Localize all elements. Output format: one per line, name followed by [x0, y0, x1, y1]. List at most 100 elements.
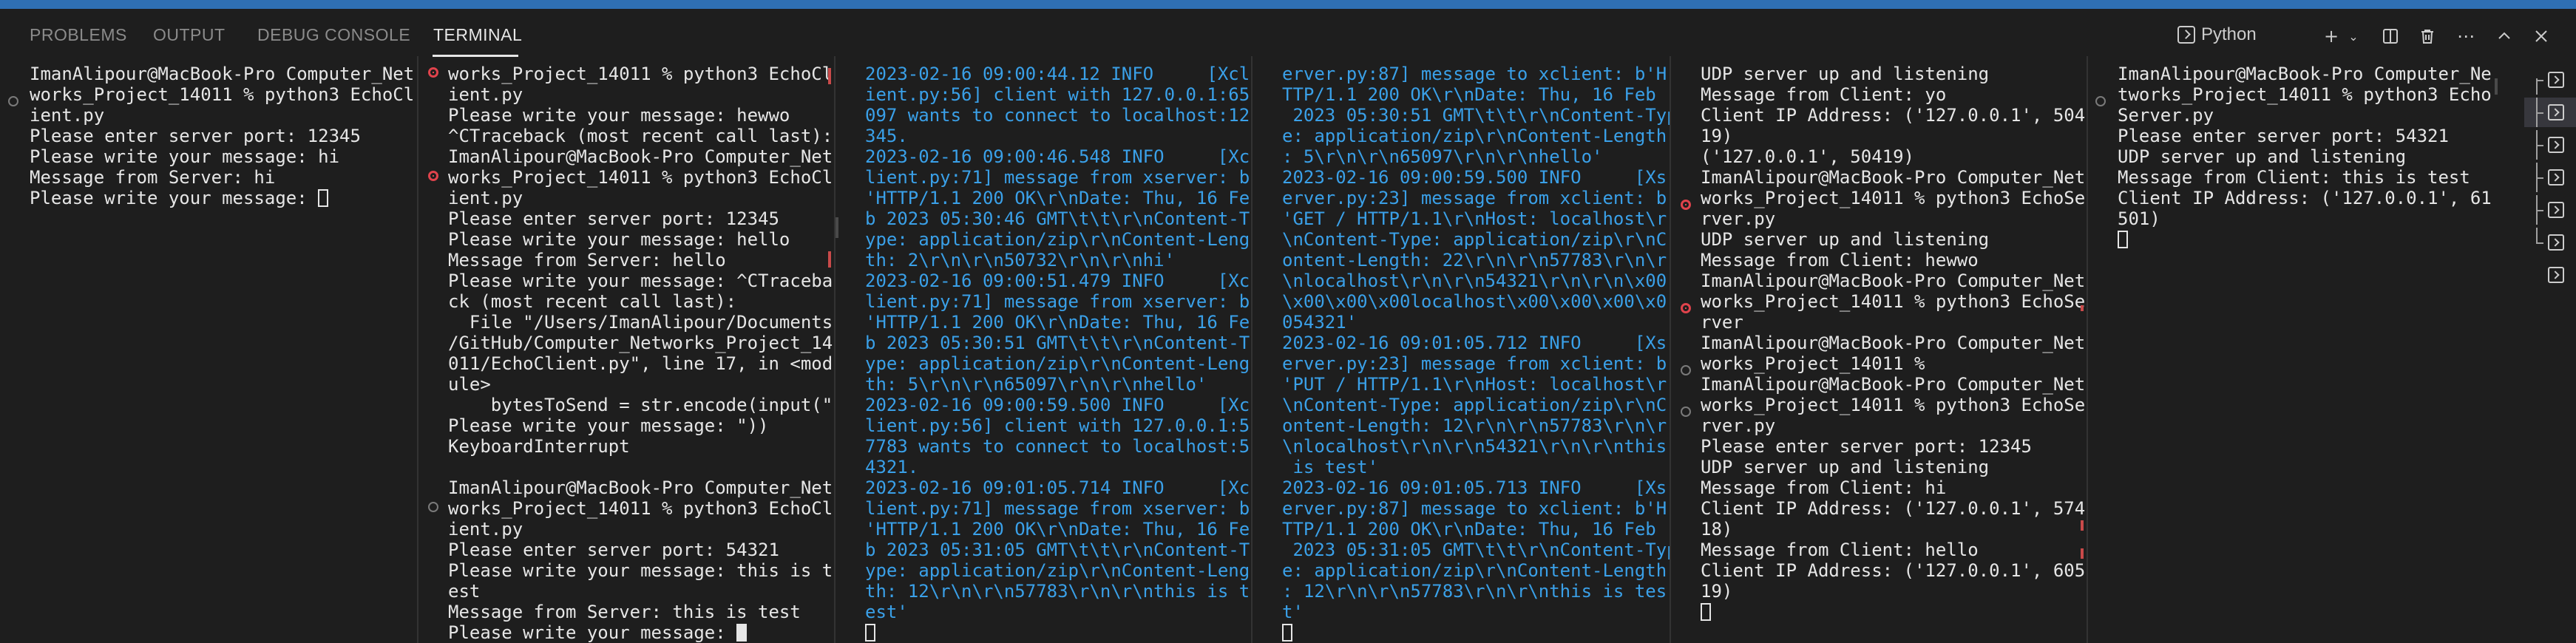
- terminal-line: Message from Client: hi: [1701, 477, 1947, 498]
- terminal-line: ImanAlipour@MacBook-Pro Computer_Net: [1701, 333, 2086, 353]
- terminal-line: Please write your message: hewwo: [448, 105, 790, 126]
- terminal-line: 'HTTP/1.1 200 OK\r\nDate: Thu, 16 Fe: [865, 519, 1250, 540]
- terminal-line: \x00\x00\x00localhost\x00\x00\x00\x0: [1282, 291, 1667, 312]
- terminal-pane-6[interactable]: ImanAlipour@MacBook-Pro Computer_Ne twork…: [2088, 56, 2524, 643]
- terminal-tab-5[interactable]: [2524, 195, 2576, 225]
- terminal-line: 'HTTP/1.1 200 OK\r\nDate: Thu, 16 Fe: [865, 188, 1250, 208]
- terminal-line: Message from Server: hi: [30, 167, 276, 188]
- more-actions-button[interactable]: ⋯: [2453, 24, 2478, 49]
- ellipsis-icon: ⋯: [2457, 26, 2475, 47]
- terminal-line: Please write your message: ")): [448, 415, 769, 436]
- tab-output[interactable]: OUTPUT: [153, 25, 226, 45]
- terminal-pane-5[interactable]: UDP server up and listening Message from …: [1671, 56, 2087, 643]
- terminal-line: Please write your message: hi: [30, 146, 340, 167]
- terminal-line: rver: [1701, 312, 1743, 333]
- terminal-cursor: [2118, 231, 2128, 248]
- terminal-profile-selector[interactable]: Python: [2177, 22, 2257, 47]
- split-terminal-button[interactable]: [2378, 24, 2403, 49]
- terminal-tab-2[interactable]: [2524, 98, 2576, 127]
- tree-line-icon: [2529, 195, 2545, 225]
- tab-terminal[interactable]: TERMINAL: [433, 25, 522, 45]
- terminal-line: b 2023 05:30:46 GMT\t\t\r\nContent-T: [865, 208, 1250, 229]
- tree-line-icon: [2529, 228, 2545, 257]
- terminal-line: 2023 05:30:51 GMT\t\t\r\nContent-Typ: [1282, 105, 1670, 126]
- terminal-line: lient.py:71] message from xserver: b: [865, 498, 1250, 519]
- terminal-line: 18): [1701, 519, 1733, 540]
- terminal-line: e: application/zip\r\nContent-Length: [1282, 126, 1667, 146]
- terminal-icon: [2548, 234, 2564, 251]
- terminal-tab-1[interactable]: [2524, 65, 2576, 95]
- terminal-line: b 2023 05:31:05 GMT\t\t\r\nContent-T: [865, 540, 1250, 560]
- terminal-line: UDP server up and listening: [2118, 146, 2407, 167]
- terminal-tab-7[interactable]: [2524, 260, 2576, 290]
- terminal-line: 'GET / HTTP/1.1\r\nHost: localhost\r: [1282, 208, 1667, 229]
- terminal-line: UDP server up and listening: [1701, 229, 1990, 250]
- terminal-line: ule>: [448, 374, 491, 395]
- kill-terminal-button[interactable]: [2415, 24, 2440, 49]
- terminal-line: b 2023 05:30:51 GMT\t\t\r\nContent-T: [865, 333, 1250, 353]
- terminal-line: UDP server up and listening: [1701, 457, 1990, 477]
- terminal-line: bytesToSend = str.encode(input(": [448, 395, 833, 415]
- terminal-tab-3[interactable]: [2524, 130, 2576, 160]
- terminal-line: works_Project_14011 % python3 EchoCl: [448, 167, 833, 188]
- terminal-line: ImanAlipour@MacBook-Pro Computer_Net: [1701, 374, 2086, 395]
- terminal-line: works_Project_14011 % python3 EchoCl: [30, 84, 415, 105]
- terminal-line: est': [865, 602, 908, 622]
- terminal-line: lient.py:56] client with 127.0.0.1:5: [865, 415, 1250, 436]
- terminal-line: Message from Server: this is test: [448, 602, 801, 622]
- terminal-line: ImanAlipour@MacBook-Pro Computer_Net: [30, 64, 415, 84]
- tree-line-icon: [2529, 163, 2545, 192]
- terminal-line: Please write your message:: [448, 622, 748, 643]
- terminal-line: 'PUT / HTTP/1.1\r\nHost: localhost\r: [1282, 374, 1667, 395]
- terminal-line: est: [448, 581, 481, 602]
- terminal-tab-6[interactable]: [2524, 228, 2576, 257]
- terminal-icon: [2548, 104, 2564, 120]
- terminal-pane-2[interactable]: works_Project_14011 % python3 EchoCl ient…: [418, 56, 834, 643]
- scrollbar-error-marker: [828, 251, 831, 268]
- terminal-line: works_Project_14011 % python3 EchoSe: [1701, 291, 2086, 312]
- terminal-line: t': [1282, 602, 1304, 622]
- split-icon: [2383, 29, 2398, 44]
- terminal-line: ient.py: [448, 519, 523, 540]
- terminal-line: 4321.: [865, 457, 919, 477]
- terminal-tab-4[interactable]: [2524, 163, 2576, 192]
- scrollbar-error-marker: [2081, 548, 2084, 559]
- terminal-pane-1[interactable]: ImanAlipour@MacBook-Pro Computer_Net work…: [0, 56, 417, 643]
- terminal-line: works_Project_14011 % python3 EchoCl: [448, 64, 833, 84]
- maximize-panel-button[interactable]: [2492, 24, 2517, 49]
- terminal-pane-4[interactable]: erver.py:87] message to xclient: b'H TTP/…: [1253, 56, 1670, 643]
- terminal-line: Client IP Address: ('127.0.0.1', 504: [1701, 105, 2086, 126]
- terminal-line: ient.py: [30, 105, 105, 126]
- terminal-line: \nContent-Type: application/zip\r\nC: [1282, 229, 1667, 250]
- terminal-line: ImanAlipour@MacBook-Pro Computer_Net: [448, 477, 833, 498]
- terminal-line: works_Project_14011 % python3 EchoCl: [448, 498, 833, 519]
- terminal-line: ontent-Length: 22\r\n\r\n57783\r\n\r: [1282, 250, 1667, 271]
- tab-debug-console[interactable]: DEBUG CONSOLE: [257, 25, 410, 45]
- new-terminal-button[interactable]: +: [2319, 24, 2344, 49]
- terminal-line: ype: application/zip\r\nContent-Leng: [865, 560, 1250, 581]
- terminal-line: [1282, 622, 1292, 643]
- close-panel-button[interactable]: [2529, 24, 2554, 49]
- terminal-line: th: 2\r\n\r\n50732\r\n\r\nhi': [865, 250, 1176, 271]
- terminal-line: ImanAlipour@MacBook-Pro Computer_Net: [448, 146, 833, 167]
- terminal-line: is test': [1282, 457, 1379, 477]
- terminal-line: 345.: [865, 126, 908, 146]
- terminal-line: erver.py:87] message to xclient: b'H: [1282, 498, 1667, 519]
- terminal-line: Client IP Address: ('127.0.0.1', 605: [1701, 560, 2086, 581]
- command-failed-icon: [428, 67, 438, 78]
- terminal-icon: [2548, 72, 2564, 88]
- terminal-line: 'HTTP/1.1 200 OK\r\nDate: Thu, 16 Fe: [865, 312, 1250, 333]
- tree-line-icon: [2529, 65, 2545, 95]
- command-decoration-icon: [1681, 406, 1691, 417]
- terminal-line: Message from Client: hewwo: [1701, 250, 1979, 271]
- terminal-line: ontent-Length: 12\r\n\r\n57783\r\n\r: [1282, 415, 1667, 436]
- terminal-line: 2023-02-16 09:00:51.479 INFO [Xc: [865, 271, 1250, 291]
- tab-problems[interactable]: PROBLEMS: [30, 25, 127, 45]
- command-failed-icon: [428, 171, 438, 181]
- terminal-line: 011/EchoClient.py", line 17, in <mod: [448, 353, 833, 374]
- terminal-line: works_Project_14011 % python3 EchoSe: [1701, 395, 2086, 415]
- scrollbar-error-marker: [828, 68, 831, 84]
- tree-line-icon: [2529, 98, 2545, 127]
- launch-profile-dropdown[interactable]: ⌄: [2341, 24, 2366, 49]
- terminal-pane-3[interactable]: 2023-02-16 09:00:44.12 INFO [Xcl ient.py:…: [835, 56, 1251, 643]
